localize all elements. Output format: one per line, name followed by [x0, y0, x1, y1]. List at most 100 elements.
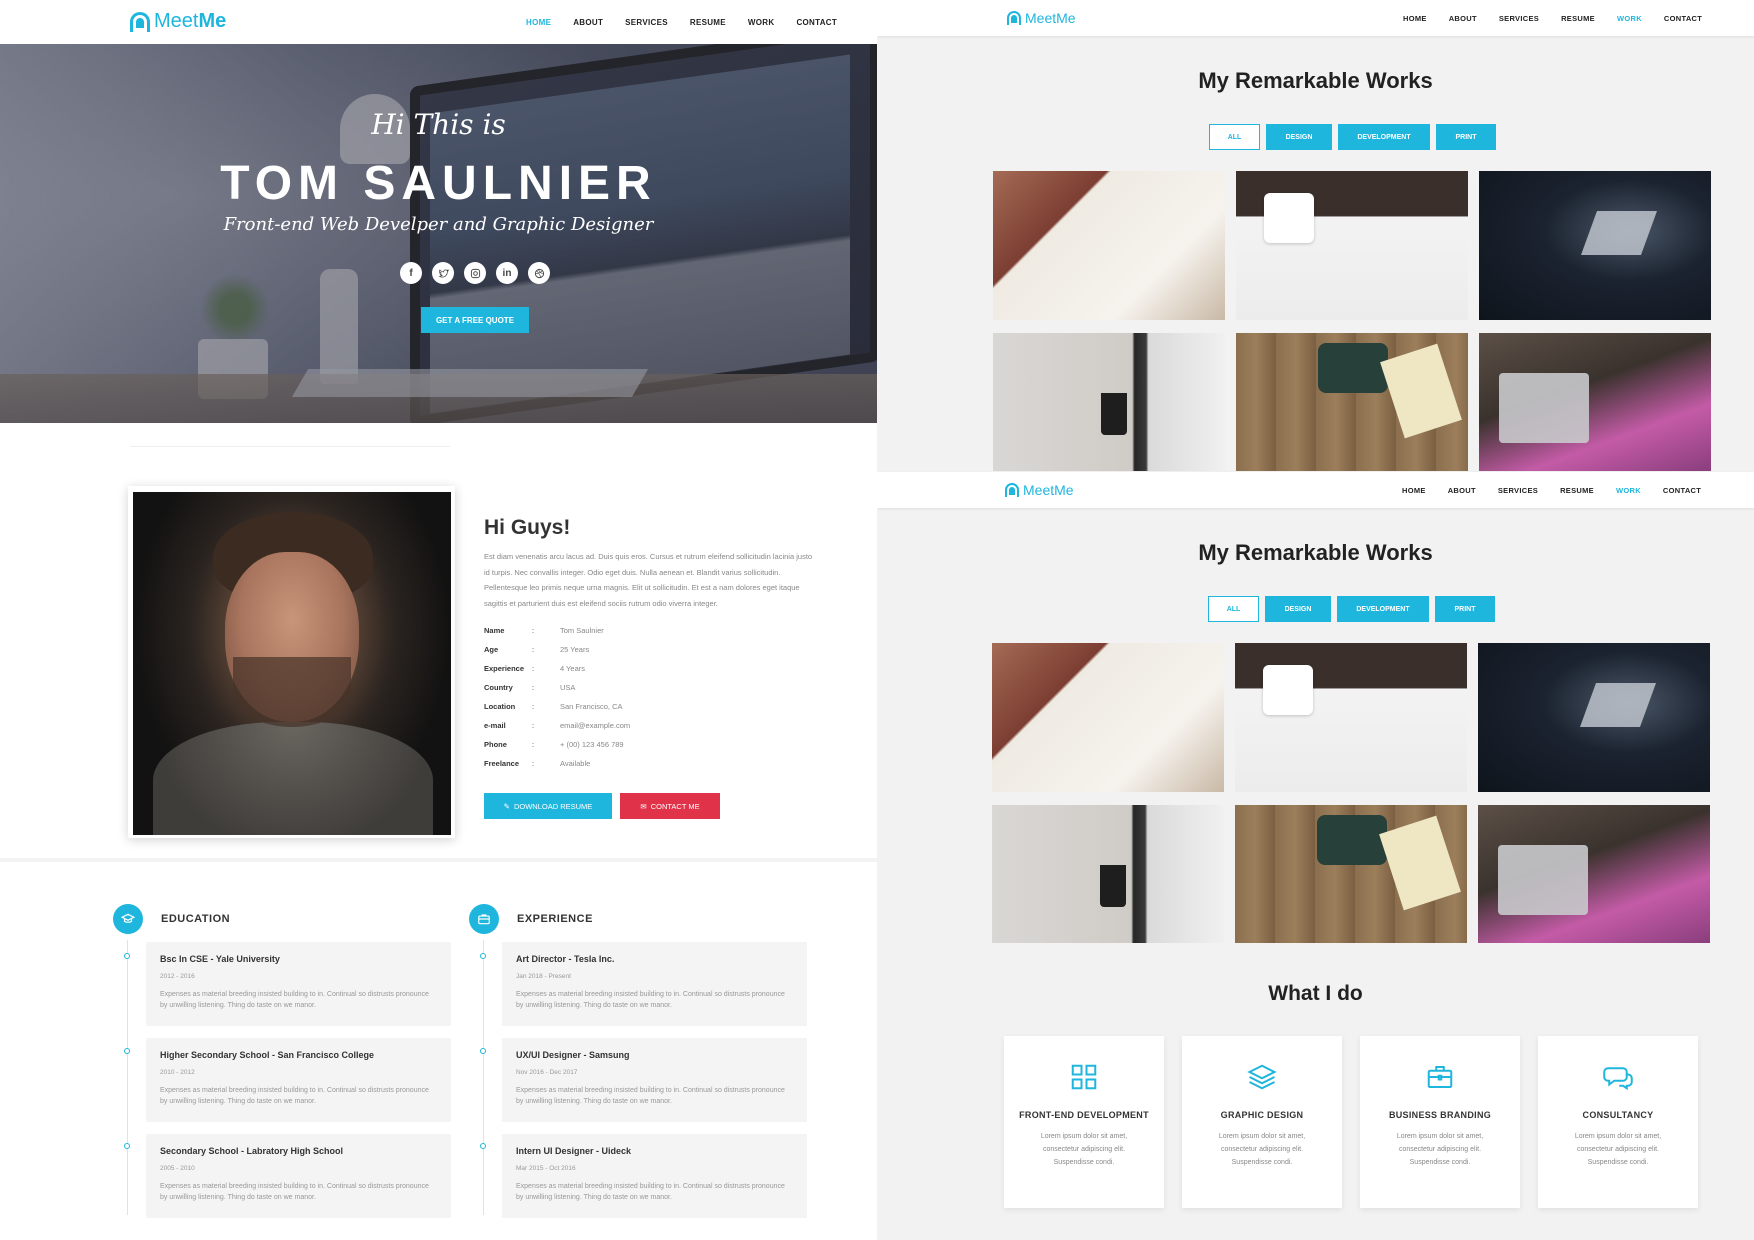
experience-card-date: Mar 2015 - Oct 2016 — [516, 1165, 576, 1172]
brand-logo-icon — [1007, 11, 1021, 25]
twitter-icon[interactable] — [432, 262, 454, 284]
service-card-consultancy[interactable]: CONSULTANCY Lorem ipsum dolor sit amet, … — [1538, 1036, 1698, 1208]
info-value: USA — [560, 683, 576, 692]
nav-contact[interactable]: CONTACT — [1664, 14, 1702, 23]
nav-services[interactable]: SERVICES — [625, 18, 668, 27]
filter-development[interactable]: DEVELOPMENT — [1338, 124, 1430, 150]
work-item-typewriter[interactable] — [1236, 333, 1468, 471]
nav-work[interactable]: WORK — [1617, 14, 1642, 23]
info-row: e-mail: email@example.com — [484, 721, 630, 730]
nav-resume[interactable]: RESUME — [1561, 14, 1595, 23]
experience-card: Intern UI Designer - Uideck Mar 2015 - O… — [502, 1134, 807, 1218]
brand-logo[interactable]: Meet Me — [1007, 10, 1076, 26]
work-item-coffee-cup[interactable] — [992, 805, 1224, 943]
brand-name-part1: Meet — [1023, 482, 1055, 498]
nav-about[interactable]: ABOUT — [1448, 486, 1476, 495]
nav-services[interactable]: SERVICES — [1498, 486, 1538, 495]
nav-home[interactable]: HOME — [526, 18, 551, 27]
typewriter-image — [1317, 815, 1387, 865]
filter-all[interactable]: ALL — [1209, 124, 1260, 150]
works-filters: ALL DESIGN DEVELOPMENT PRINT — [1209, 124, 1496, 150]
laptop-image — [1579, 683, 1657, 727]
work-item-laptop-typing[interactable] — [992, 643, 1224, 792]
nav-resume[interactable]: RESUME — [690, 18, 726, 27]
mail-icon: ✉ — [640, 801, 647, 811]
education-card-date: 2005 - 2010 — [160, 1165, 195, 1172]
info-colon: : — [532, 702, 535, 711]
info-value: 25 Years — [560, 645, 590, 654]
laptop-image — [1580, 211, 1658, 255]
info-key: e-mail — [484, 721, 506, 730]
nav-services[interactable]: SERVICES — [1499, 14, 1539, 23]
works-title: My Remarkable Works — [1198, 540, 1433, 565]
info-key: Phone — [484, 740, 507, 749]
get-quote-button[interactable]: GET A FREE QUOTE — [421, 307, 529, 333]
work-navbar-bottom: Meet Me HOME ABOUT SERVICES RESUME WORK C… — [877, 472, 1754, 508]
facebook-icon[interactable]: f — [400, 262, 422, 284]
section-divider — [130, 446, 450, 447]
brand-logo[interactable]: Meet Me — [130, 10, 226, 33]
experience-card-date: Nov 2016 - Dec 2017 — [516, 1069, 578, 1076]
timeline-dot — [124, 953, 130, 959]
nav-work[interactable]: WORK — [748, 18, 775, 27]
works-filters: ALL DESIGN DEVELOPMENT PRINT — [1208, 596, 1495, 622]
nav-about[interactable]: ABOUT — [1449, 14, 1477, 23]
info-key: Location — [484, 702, 516, 711]
experience-card-title: Intern UI Designer - Uideck — [516, 1146, 632, 1156]
work-item-typewriter[interactable] — [1235, 805, 1467, 943]
service-card-graphic[interactable]: GRAPHIC DESIGN Lorem ipsum dolor sit ame… — [1182, 1036, 1342, 1208]
nav-contact[interactable]: CONTACT — [1663, 486, 1701, 495]
instagram-icon[interactable] — [464, 262, 486, 284]
work-item-dark-laptop[interactable] — [1478, 643, 1710, 792]
info-value[interactable]: email@example.com — [560, 721, 630, 730]
service-text: Lorem ipsum dolor sit amet, consectetur … — [1574, 1133, 1662, 1166]
download-resume-button[interactable]: ✎ DOWNLOAD RESUME — [484, 793, 612, 819]
work-item-dark-laptop[interactable] — [1479, 171, 1711, 320]
filter-design[interactable]: DESIGN — [1266, 124, 1332, 150]
work-item-clock-desk[interactable] — [1236, 171, 1468, 320]
nav-resume[interactable]: RESUME — [1560, 486, 1594, 495]
nav-home[interactable]: HOME — [1402, 486, 1426, 495]
filter-print[interactable]: PRINT — [1436, 124, 1496, 150]
service-text: Lorem ipsum dolor sit amet, consectetur … — [1040, 1133, 1128, 1166]
info-row: Age: 25 Years — [484, 645, 589, 654]
hero-section: Hi This is TOM SAULNIER Front-end Web De… — [0, 44, 877, 423]
brand-logo[interactable]: Meet Me — [1005, 482, 1074, 498]
dribbble-icon[interactable] — [528, 262, 550, 284]
nav-home[interactable]: HOME — [1403, 14, 1427, 23]
nav-links: HOME ABOUT SERVICES RESUME WORK CONTACT — [526, 18, 837, 27]
experience-card-text: Expenses as material breeding insisted b… — [516, 991, 785, 1009]
top-navbar: Meet Me HOME ABOUT SERVICES RESUME WORK C… — [0, 0, 877, 44]
education-card: Secondary School - Labratory High School… — [146, 1134, 451, 1218]
work-item-pink-laptop[interactable] — [1478, 805, 1710, 943]
clock-image — [1264, 193, 1314, 243]
briefcase-icon — [1360, 1062, 1520, 1096]
filter-all[interactable]: ALL — [1208, 596, 1259, 622]
filter-design[interactable]: DESIGN — [1265, 596, 1331, 622]
work-item-coffee-cup[interactable] — [993, 333, 1225, 471]
contact-me-button[interactable]: ✉ CONTACT ME — [620, 793, 720, 819]
work-item-laptop-typing[interactable] — [993, 171, 1225, 320]
download-resume-label: DOWNLOAD RESUME — [513, 801, 593, 811]
hero-subtitle: Front-end Web Develper and Graphic Desig… — [223, 214, 654, 235]
service-text: Lorem ipsum dolor sit amet, consectetur … — [1218, 1133, 1306, 1166]
work-item-pink-laptop[interactable] — [1479, 333, 1711, 471]
service-card-frontend[interactable]: FRONT-END DEVELOPMENT Lorem ipsum dolor … — [1004, 1036, 1164, 1208]
linkedin-icon[interactable]: in — [496, 262, 518, 284]
photo-sweater — [153, 722, 433, 835]
nav-work[interactable]: WORK — [1616, 486, 1641, 495]
nav-contact[interactable]: CONTACT — [796, 18, 837, 27]
info-key: Freelance — [484, 759, 520, 768]
experience-card-date: Jan 2018 - Present — [516, 973, 571, 980]
info-value: + (00) 123 456 789 — [560, 740, 624, 749]
info-colon: : — [532, 740, 535, 749]
education-card-title: Higher Secondary School - San Francisco … — [160, 1050, 375, 1060]
filter-print[interactable]: PRINT — [1435, 596, 1495, 622]
info-value: Available — [560, 759, 591, 768]
nav-about[interactable]: ABOUT — [573, 18, 603, 27]
service-text: Lorem ipsum dolor sit amet, consectetur … — [1396, 1133, 1484, 1166]
laptop-lid-image — [1499, 373, 1589, 443]
filter-development[interactable]: DEVELOPMENT — [1337, 596, 1429, 622]
work-item-clock-desk[interactable] — [1235, 643, 1467, 792]
service-card-branding[interactable]: BUSINESS BRANDING Lorem ipsum dolor sit … — [1360, 1036, 1520, 1208]
